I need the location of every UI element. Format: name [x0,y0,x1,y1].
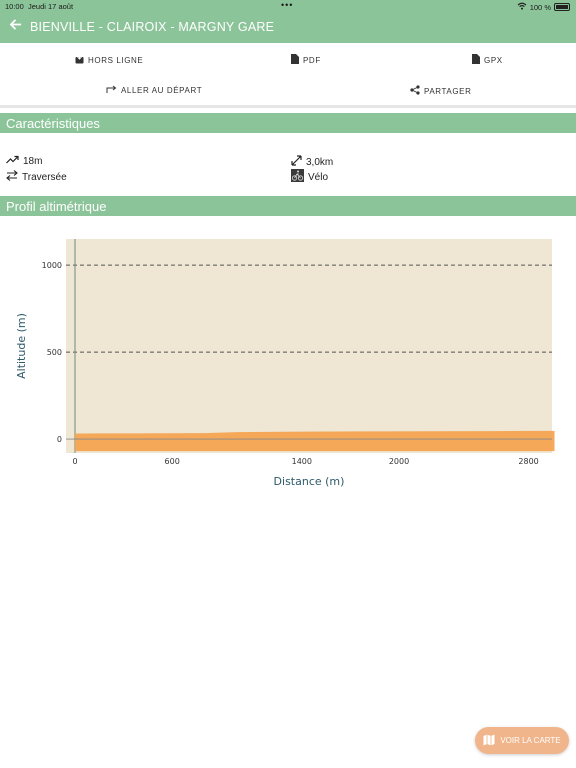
divider [0,105,576,108]
status-bar: 10:00 Jeudi 17 août ••• 100 % [0,0,576,12]
route-type-value: Traversée [22,171,67,183]
pdf-button[interactable]: PDF [291,54,321,66]
x-tick-label: 2000 [389,457,409,466]
x-tick-label: 2800 [518,457,538,466]
y-tick-label: 0 [57,435,62,444]
distance-info: 3,0km [291,155,333,169]
app-header: BIENVILLE - CLAIROIX - MARGNY GARE [0,12,576,43]
battery-percent: 100 % [529,2,551,12]
arrow-left-icon[interactable] [9,18,22,35]
route-type-info: Traversée [6,170,67,184]
trend-up-icon [6,155,19,167]
file-icon [472,54,480,66]
x-tick-label: 600 [165,457,180,466]
elevation-chart: 0 500 1000 0 600 1400 2000 2800 Distance (m) Alti… [15,239,555,488]
offline-label: HORS LIGNE [88,55,144,65]
share-button[interactable]: PARTAGER [410,85,471,97]
profile-header: Profil altimétrique [0,196,576,216]
elevation-info: 18m [6,155,42,167]
view-map-button[interactable]: VOIR LA CARTE [475,727,569,754]
go-to-start-label: ALLER AU DÉPART [121,85,203,95]
bicycle-icon [291,169,304,185]
view-map-label: VOIR LA CARTE [500,736,561,745]
y-tick-label: 1000 [42,261,62,270]
gpx-button[interactable]: GPX [472,54,503,66]
action-bar: HORS LIGNE PDF GPX ALLER AU DÉPART PARTA… [0,43,576,106]
status-date: Jeudi 17 août [28,2,74,11]
swap-arrows-icon [6,170,18,184]
elevation-value: 18m [23,155,43,167]
plot-area [66,239,552,453]
activity-value: Vélo [308,171,329,183]
offline-button[interactable]: HORS LIGNE [75,54,143,66]
map-icon [483,734,495,748]
route-arrow-icon [106,85,117,95]
characteristics-title: Caractéristiques [6,116,100,131]
elevation-area [75,430,555,452]
y-axis-label: Altitude (m) [15,313,28,379]
x-tick-label: 1400 [292,457,312,466]
file-icon [291,54,299,66]
download-box-icon [75,54,84,66]
diagonal-arrows-icon [291,155,302,169]
wifi-icon [517,2,527,12]
share-icon [410,85,420,97]
page-title: BIENVILLE - CLAIROIX - MARGNY GARE [30,20,275,34]
gpx-label: GPX [484,55,503,65]
go-to-start-button[interactable]: ALLER AU DÉPART [106,85,202,95]
battery-icon [554,3,570,11]
characteristics-header: Caractéristiques [0,113,576,133]
x-axis-label: Distance (m) [274,475,345,488]
profile-title: Profil altimétrique [6,199,107,214]
distance-value: 3,0km [306,156,334,168]
pdf-label: PDF [303,55,321,65]
activity-info: Vélo [291,169,328,185]
share-label: PARTAGER [424,86,472,96]
multitask-dots-icon: ••• [281,0,294,10]
x-tick-label: 0 [72,457,77,466]
status-time: 10:00 [5,2,24,11]
status-right: 100 % [517,2,570,12]
y-tick-label: 500 [47,348,62,357]
